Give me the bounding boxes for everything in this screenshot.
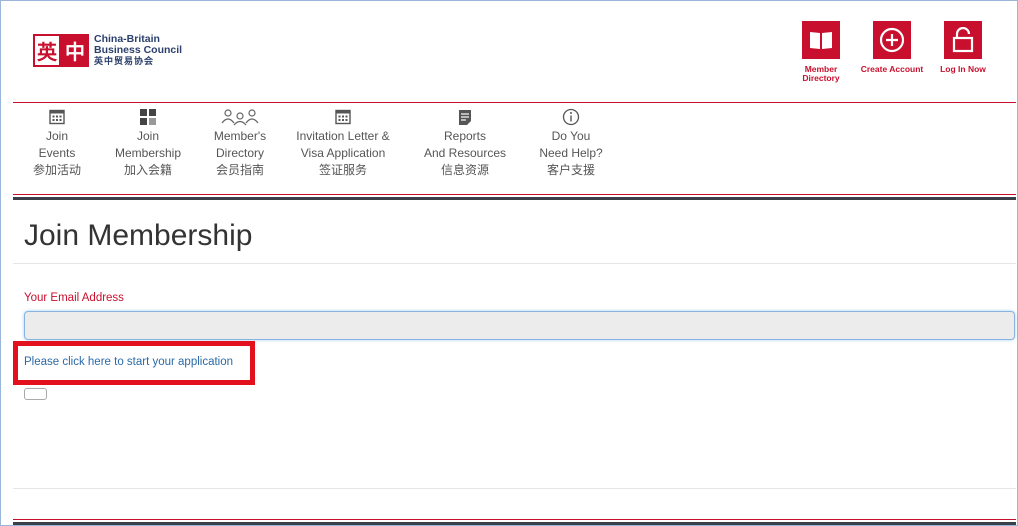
footer-divider-dark (13, 522, 1016, 525)
email-input[interactable] (24, 311, 1015, 340)
nav-divider-dark (13, 197, 1016, 200)
nav-join-membership-line2: Membership (114, 146, 182, 160)
site-logo[interactable]: 英 中 China-Britain Business Council 英中贸易协… (33, 34, 182, 74)
nav-need-help-line1: Do You (551, 129, 591, 143)
calendar-icon (48, 108, 66, 126)
logo-mark: 英 中 (33, 34, 89, 67)
nav-reports-resources[interactable]: Reports And Resources 信息资源 (409, 108, 521, 179)
calendar-icon (334, 108, 352, 126)
create-account-button[interactable]: Create Account (860, 21, 924, 83)
nav-members-directory[interactable]: Member's Directory 会员指南 (203, 108, 277, 179)
nav-invitation-visa[interactable]: Invitation Letter & Visa Application 签证服… (277, 108, 409, 179)
create-account-label: Create Account (860, 64, 924, 74)
nav-reports-resources-line2: And Resources (423, 146, 507, 160)
nav-reports-resources-cn: 信息资源 (440, 163, 489, 177)
top-actions: Member Directory Create Account Log In N… (794, 21, 990, 83)
log-in-button[interactable]: Log In Now (936, 21, 990, 83)
header-divider (13, 102, 1016, 103)
site-header: 英 中 China-Britain Business Council 英中贸易协… (13, 9, 1016, 101)
nav-members-directory-line2: Directory (215, 146, 264, 160)
nav-need-help-line2: Need Help? (539, 146, 603, 160)
nav-need-help[interactable]: Do You Need Help? 客户支援 (521, 108, 621, 179)
nav-divider-red (13, 194, 1016, 195)
book-icon (802, 21, 840, 59)
browser-frame: 英 中 China-Britain Business Council 英中贸易协… (0, 0, 1018, 526)
title-divider (13, 263, 1016, 264)
nav-reports-resources-line1: Reports (443, 129, 487, 143)
nav-need-help-cn: 客户支援 (546, 163, 595, 177)
footer-divider (13, 488, 1016, 489)
grid-icon (139, 108, 157, 126)
nav-join-events-line1: Join (45, 129, 68, 143)
logo-name-cn: 英中贸易协会 (94, 56, 155, 66)
start-application-link[interactable]: Please click here to start your applicat… (24, 356, 233, 368)
nav-invitation-visa-line1: Invitation Letter & (296, 129, 390, 143)
info-icon (562, 108, 580, 126)
logo-char-right: 中 (61, 34, 89, 67)
plus-circle-icon (873, 21, 911, 59)
nav-join-events-cn: 参加活动 (32, 163, 81, 177)
nav-join-events-line2: Events (38, 146, 76, 160)
nav-join-events[interactable]: Join Events 参加活动 (21, 108, 93, 179)
document-icon (456, 108, 474, 126)
main-nav: Join Events 参加活动 Join Membership 加入会籍 Me… (21, 108, 621, 179)
logo-char-left: 英 (33, 34, 61, 67)
people-icon (220, 108, 260, 126)
member-directory-label: Member Directory (802, 65, 839, 83)
logo-name-line2: Business Council (94, 44, 183, 56)
member-directory-label-line2: Directory (802, 73, 840, 83)
nav-invitation-visa-cn: 签证服务 (318, 163, 367, 177)
nav-join-membership-cn: 加入会籍 (123, 163, 172, 177)
submit-button[interactable] (24, 388, 47, 400)
log-in-label: Log In Now (940, 64, 986, 74)
page-title: Join Membership (24, 219, 253, 252)
nav-join-membership[interactable]: Join Membership 加入会籍 (93, 108, 203, 179)
logo-text: China-Britain Business Council 英中贸易协会 (94, 34, 182, 67)
unlock-icon (944, 21, 982, 59)
nav-join-membership-line1: Join (136, 129, 159, 143)
footer-divider-red (13, 519, 1016, 520)
email-label: Your Email Address (24, 292, 124, 304)
nav-invitation-visa-line2: Visa Application (300, 146, 386, 160)
nav-members-directory-line1: Member's (213, 129, 267, 143)
nav-members-directory-cn: 会员指南 (215, 163, 264, 177)
member-directory-button[interactable]: Member Directory (794, 21, 848, 83)
